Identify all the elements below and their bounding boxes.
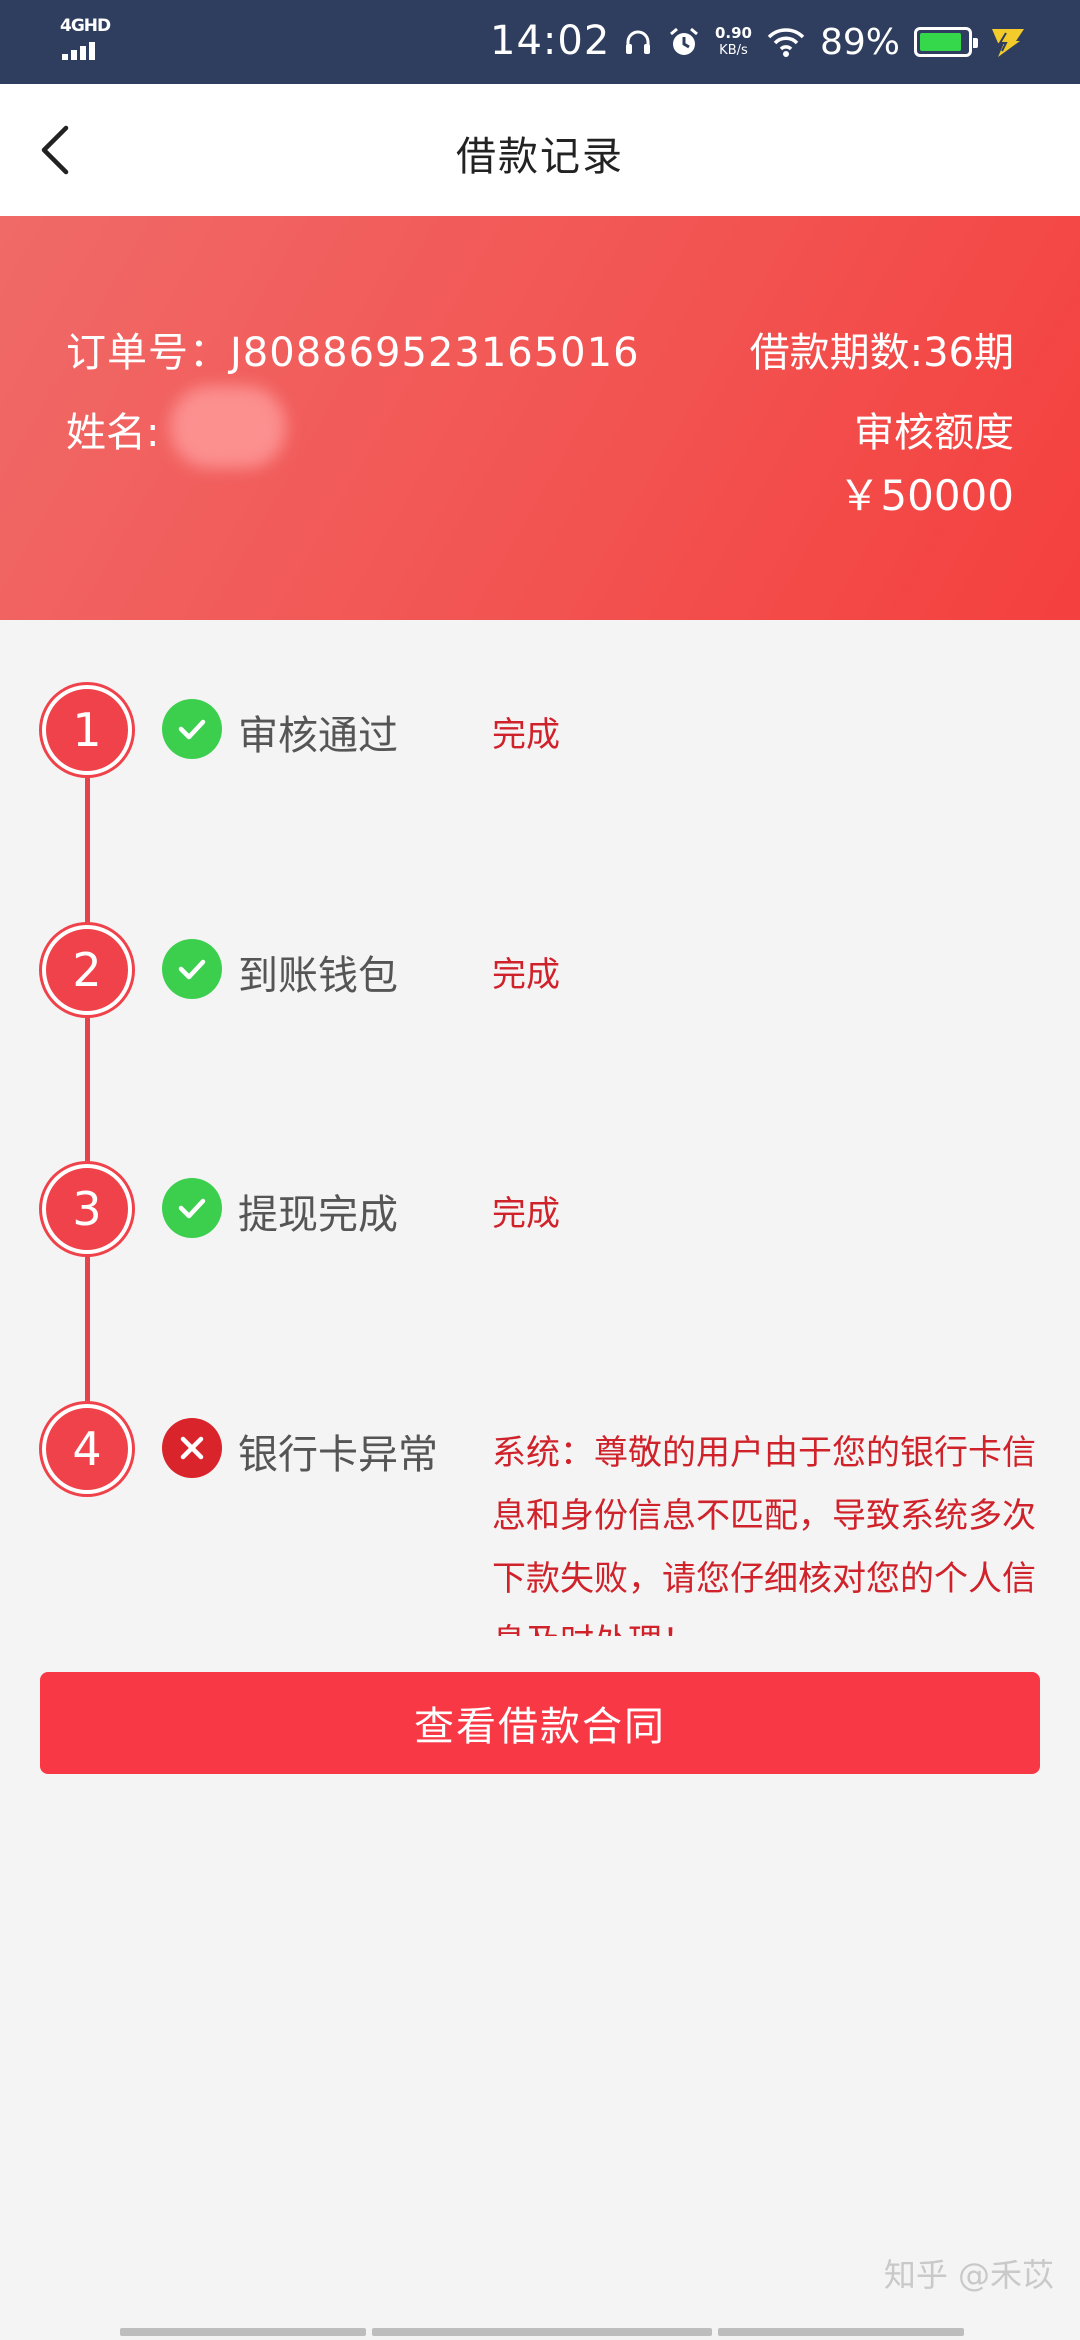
battery-percent: 89% <box>819 21 900 63</box>
network-label: 4GHD <box>60 16 111 36</box>
loan-period: 借款期数:36期 <box>749 330 1014 376</box>
wifi-icon <box>766 26 806 58</box>
net-speed-value: 0.90 <box>714 24 752 42</box>
signal-icon <box>62 42 95 60</box>
charging-bolt-icon <box>986 25 1028 59</box>
clock: 14:02 <box>490 18 611 64</box>
timeline-line <box>85 730 90 1450</box>
network-indicator: 4GHD <box>60 16 116 60</box>
status-icons: 0.90 KB/s 89% <box>623 14 1028 70</box>
app-header: 借款记录 <box>0 84 1080 216</box>
error-message: 系统：尊敬的用户由于您的银行卡信息和身份信息不匹配，导致系统多次下款失败，请您仔… <box>492 1433 1036 1636</box>
step-status: 完成 <box>492 1194 560 1234</box>
step-label: 审核通过 <box>238 713 398 759</box>
check-icon <box>162 1178 222 1238</box>
step-label: 银行卡异常 <box>238 1432 438 1478</box>
gesture-bar[interactable] <box>120 2328 964 2336</box>
step-status: 完成 <box>492 955 560 995</box>
view-contract-button[interactable]: 查看借款合同 <box>40 1672 1040 1774</box>
battery-nub <box>973 38 978 48</box>
step-label: 提现完成 <box>238 1192 398 1238</box>
step-status: 完成 <box>492 715 560 755</box>
loan-summary-banner: 订单号：J808869523165016 姓名: 借款期数:36期 审核额度 ￥… <box>0 216 1080 620</box>
step-number: 1 <box>42 685 132 775</box>
order-number: 订单号：J808869523165016 <box>66 330 640 376</box>
check-icon <box>162 939 222 999</box>
check-icon <box>162 699 222 759</box>
battery-icon <box>914 27 978 57</box>
headphone-icon <box>623 27 653 57</box>
step-number: 4 <box>42 1404 132 1494</box>
watermark: 知乎 @禾苡 <box>883 2256 1054 2294</box>
error-x-icon <box>162 1418 222 1478</box>
step-label: 到账钱包 <box>238 953 398 999</box>
battery-fill <box>920 33 961 51</box>
net-speed-unit: KB/s <box>719 43 748 58</box>
quota-label: 审核额度 <box>854 410 1014 456</box>
page-title: 借款记录 <box>456 134 624 180</box>
status-bar: 4GHD 14:02 0.90 KB/s 89% <box>0 0 1080 84</box>
name-label: 姓名: <box>66 410 160 456</box>
redacted-name <box>170 386 286 468</box>
step-number: 2 <box>42 925 132 1015</box>
net-speed: 0.90 KB/s <box>715 25 752 59</box>
quota-value: ￥50000 <box>838 471 1014 520</box>
alarm-icon <box>667 25 701 59</box>
step-number: 3 <box>42 1164 132 1254</box>
